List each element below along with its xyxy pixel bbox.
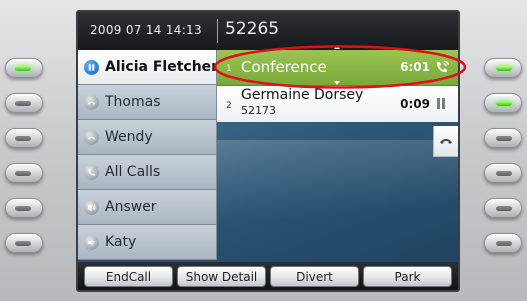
- line-item-all-calls[interactable]: All Calls: [78, 155, 217, 190]
- line-label: Thomas: [105, 94, 161, 110]
- line-6-led-icon: [15, 241, 31, 246]
- line-button-5[interactable]: [5, 198, 43, 218]
- call-timer: 0:09: [400, 97, 430, 111]
- softkey-park[interactable]: Park: [363, 266, 452, 287]
- session-button-6[interactable]: [484, 233, 522, 253]
- line-button-2[interactable]: [5, 93, 43, 113]
- call-name: Germaine Dorsey: [241, 87, 364, 103]
- line-3-led-icon: [15, 136, 31, 141]
- softkey-show-detail[interactable]: Show Detail: [177, 266, 266, 287]
- call-index: 2: [226, 101, 232, 111]
- connected-call-icon: [437, 60, 450, 73]
- session-6-led-icon: [496, 241, 512, 246]
- scroll-down-icon: [334, 81, 340, 85]
- session-3-led-icon: [496, 136, 512, 141]
- session-4-led-icon: [496, 171, 512, 176]
- line-button-3[interactable]: [5, 128, 43, 148]
- end-call-tab[interactable]: [433, 126, 458, 157]
- handset-icon: [84, 94, 99, 110]
- phone-screen: 2009 07 14 14:13 52265 Alicia Fletcher T…: [76, 10, 460, 292]
- call-session-area: 1 Conference 6:01 2 Germaine Dorsey 5217…: [217, 45, 458, 262]
- line-label: Alicia Fletcher: [105, 59, 219, 75]
- pause-icon: [84, 59, 99, 75]
- session-button-4[interactable]: [484, 163, 522, 183]
- hang-up-icon: [440, 139, 452, 144]
- extension-number: 52265: [225, 19, 280, 39]
- line-item-answer[interactable]: Answer: [78, 190, 217, 225]
- hold-icon: [437, 98, 447, 110]
- line-button-1[interactable]: [5, 58, 43, 78]
- call-index: 1: [226, 64, 232, 74]
- line-label: Wendy: [105, 129, 153, 145]
- session-button-5[interactable]: [484, 198, 522, 218]
- line-label: Answer: [105, 199, 157, 215]
- call-timer: 6:01: [400, 60, 430, 74]
- line-item-alicia-fletcher[interactable]: Alicia Fletcher: [78, 50, 219, 85]
- line-button-6[interactable]: [5, 233, 43, 253]
- status-header: 2009 07 14 14:13 52265: [78, 12, 458, 50]
- answer-icon: [84, 199, 99, 215]
- line-1-led-icon: [15, 66, 31, 71]
- scroll-up-icon: [334, 45, 340, 49]
- intercom-icon: [84, 234, 99, 250]
- session-5-led-icon: [496, 206, 512, 211]
- softkey-bar: EndCall Show Detail Divert Park: [78, 262, 458, 290]
- softkey-endcall[interactable]: EndCall: [84, 266, 173, 287]
- call-session-germaine-dorsey[interactable]: 2 Germaine Dorsey 52173 0:09: [217, 86, 458, 122]
- line-2-led-icon: [15, 101, 31, 106]
- line-list: Alicia Fletcher Thomas Wendy All Calls A…: [78, 50, 219, 262]
- all-calls-icon: [84, 164, 99, 180]
- line-4-led-icon: [15, 171, 31, 176]
- handset-icon: [84, 129, 99, 145]
- session-button-2[interactable]: [484, 93, 522, 113]
- call-session-conference[interactable]: 1 Conference 6:01: [217, 45, 458, 86]
- line-item-katy[interactable]: Katy: [78, 225, 217, 260]
- line-item-thomas[interactable]: Thomas: [78, 85, 217, 120]
- line-item-wendy[interactable]: Wendy: [78, 120, 217, 155]
- session-1-led-icon: [496, 66, 512, 71]
- session-button-3[interactable]: [484, 128, 522, 148]
- line-label: All Calls: [105, 164, 161, 180]
- call-name: Conference: [241, 58, 327, 76]
- header-divider: [217, 19, 218, 43]
- date-time: 2009 07 14 14:13: [90, 23, 202, 37]
- line-button-4[interactable]: [5, 163, 43, 183]
- session-2-led-icon: [496, 101, 512, 106]
- call-number: 52173: [241, 104, 276, 117]
- ip-phone-body: 2009 07 14 14:13 52265 Alicia Fletcher T…: [0, 0, 527, 301]
- softkey-divert[interactable]: Divert: [270, 266, 359, 287]
- line-label: Katy: [105, 234, 137, 250]
- line-5-led-icon: [15, 206, 31, 211]
- session-button-1[interactable]: [484, 58, 522, 78]
